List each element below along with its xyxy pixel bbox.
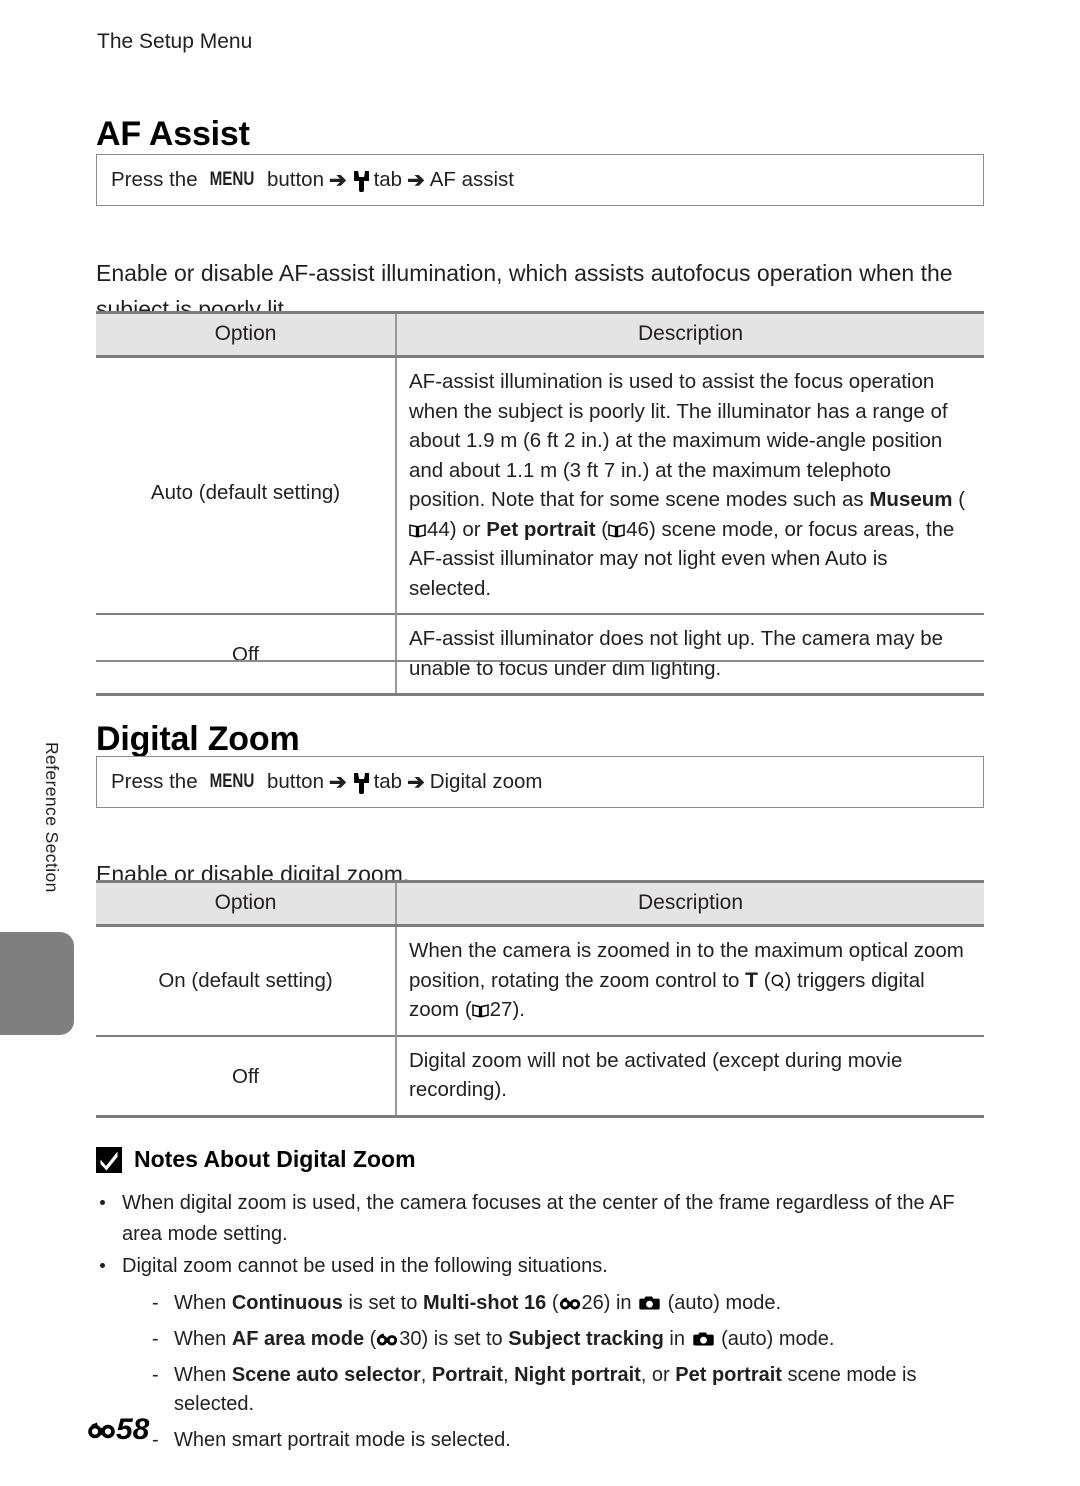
list-item: Digital zoom cannot be used in the follo… — [96, 1251, 986, 1455]
navpath-target: Digital zoom — [429, 770, 543, 793]
navpath-button-word: button — [266, 770, 324, 793]
sub-list-item-text: When smart portrait mode is selected. — [174, 1429, 511, 1451]
wrench-icon — [354, 773, 370, 794]
list-item-text: When digital zoom is used, the camera fo… — [122, 1192, 955, 1245]
camera-icon — [692, 1331, 714, 1347]
sub-list-item: - When Scene auto selector, Portrait, Ni… — [122, 1361, 986, 1419]
emphasis-term: Museum — [869, 488, 953, 511]
book-icon — [471, 1003, 489, 1018]
dash-marker: - — [152, 1328, 159, 1350]
option-description: Digital zoom will not be activated (exce… — [396, 1034, 984, 1118]
table-header-row: Option Description — [96, 880, 984, 927]
arrow-right-icon: ➔ — [407, 770, 425, 794]
sub-list-item-text: When AF area mode (30) is set to Subject… — [174, 1328, 835, 1350]
check-square-icon — [96, 1146, 122, 1173]
dash-marker: - — [152, 1292, 159, 1314]
dash-marker: - — [152, 1429, 159, 1451]
navpath-button-word: button — [266, 168, 324, 191]
sub-list-item: - When AF area mode (30) is set to Subje… — [122, 1325, 986, 1354]
document-page: Reference Section The Setup Menu AF Assi… — [0, 0, 1080, 1486]
section-heading-digital-zoom: Digital Zoom — [96, 719, 300, 758]
navpath-tab-word: tab — [373, 770, 403, 793]
menu-button-label: MENU — [209, 771, 255, 792]
page-number: 58 — [116, 1413, 150, 1446]
arrow-right-icon: ➔ — [407, 168, 425, 192]
sub-list-item-text: When Continuous is set to Multi-shot 16 … — [174, 1292, 782, 1314]
emphasis-term: Scene auto selector — [231, 1364, 421, 1386]
dash-marker: - — [152, 1364, 159, 1386]
bullet-dot — [100, 1263, 105, 1268]
column-header-option: Option — [96, 311, 397, 358]
emphasis-term: Multi-shot 16 — [422, 1292, 547, 1314]
bullet-dot — [100, 1200, 105, 1205]
notes-heading-label: Notes About Digital Zoom — [134, 1146, 416, 1172]
section-heading-af-assist: AF Assist — [96, 114, 250, 153]
option-label: Off — [96, 613, 397, 696]
telephoto-t-label: T — [745, 968, 758, 992]
reference-section-icon — [376, 1333, 398, 1346]
emphasis-term: Continuous — [231, 1292, 343, 1314]
page-footer: 58 — [88, 1413, 149, 1447]
navpath-target: AF assist — [429, 168, 514, 191]
navigation-path-digital-zoom: Press the MENU button ➔ tab ➔ Digital zo… — [96, 756, 984, 808]
option-description: AF-assist illumination is used to assist… — [409, 370, 966, 600]
column-header-description: Description — [396, 311, 984, 358]
magnifier-icon — [771, 974, 785, 989]
option-description: AF-assist illuminator does not light up.… — [396, 613, 984, 696]
table-header-row: Option Description — [96, 311, 984, 358]
option-description: When the camera is zoomed in to the maxi… — [409, 939, 964, 1021]
option-label: Off — [96, 1034, 397, 1118]
reference-section-icon — [88, 1422, 115, 1439]
notes-list: When digital zoom is used, the camera fo… — [96, 1188, 986, 1456]
emphasis-term: Subject tracking — [508, 1328, 664, 1350]
book-icon — [409, 523, 426, 538]
arrow-right-icon: ➔ — [328, 168, 347, 192]
emphasis-term: AF area mode — [231, 1328, 365, 1350]
options-table-digital-zoom: Option Description On (default setting) … — [96, 880, 984, 1118]
camera-icon — [639, 1295, 660, 1311]
sub-list-item: - When Continuous is set to Multi-shot 1… — [122, 1289, 986, 1318]
navpath-tab-word: tab — [373, 168, 403, 191]
menu-button-label: MENU — [209, 169, 255, 190]
list-item-text: Digital zoom cannot be used in the follo… — [122, 1255, 608, 1277]
book-icon — [608, 523, 625, 538]
list-item: When digital zoom is used, the camera fo… — [96, 1188, 986, 1250]
table-row: Auto (default setting) AF-assist illumin… — [96, 356, 984, 614]
emphasis-term: Portrait — [431, 1364, 504, 1386]
column-header-option: Option — [96, 880, 397, 927]
column-header-description: Description — [396, 880, 984, 927]
table-row: On (default setting) When the camera is … — [96, 925, 984, 1036]
side-tab-block — [0, 932, 74, 1035]
options-table-af-assist: Option Description Auto (default setting… — [96, 311, 984, 696]
side-tab-label: Reference Section — [42, 742, 62, 893]
option-label: On (default setting) — [96, 925, 397, 1036]
wrench-icon — [354, 171, 370, 192]
notes-heading: Notes About Digital Zoom — [96, 1146, 416, 1173]
reference-section-icon — [559, 1297, 581, 1310]
option-label: Auto (default setting) — [96, 356, 397, 614]
section-divider — [96, 660, 984, 662]
navpath-prefix: Press the — [111, 168, 198, 191]
sub-list-item-text: When Scene auto selector, Portrait, Nigh… — [174, 1364, 917, 1415]
arrow-right-icon: ➔ — [328, 770, 347, 794]
emphasis-term: Night portrait — [514, 1364, 641, 1386]
running-head: The Setup Menu — [97, 30, 253, 53]
sub-list-item: - When smart portrait mode is selected. — [122, 1426, 986, 1455]
emphasis-term: Pet portrait — [486, 517, 596, 541]
emphasis-term: Pet portrait — [675, 1364, 782, 1386]
table-row: Off Digital zoom will not be activated (… — [96, 1034, 984, 1118]
navigation-path-af-assist: Press the MENU button ➔ tab ➔ AF assist — [96, 154, 984, 206]
table-row: Off AF-assist illuminator does not light… — [96, 613, 984, 696]
navpath-prefix: Press the — [111, 770, 198, 793]
